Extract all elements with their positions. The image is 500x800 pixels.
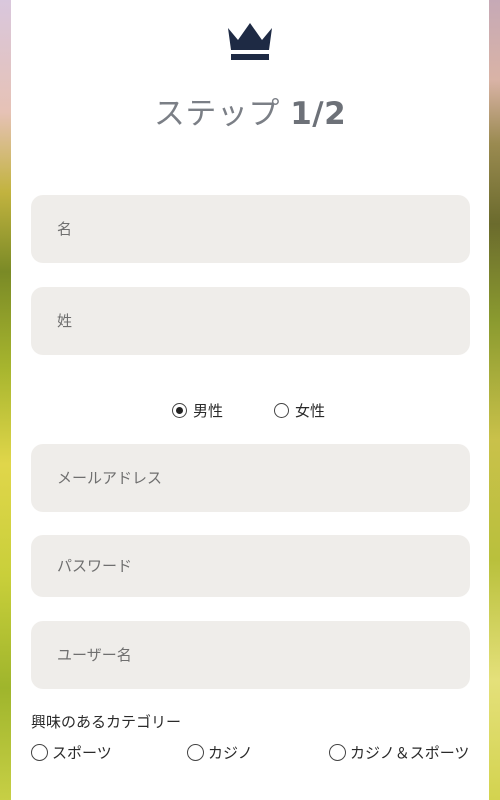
first-name-field[interactable] — [31, 195, 470, 263]
interest-category-label: 興味のあるカテゴリー — [31, 713, 182, 731]
gender-label-male: 男性 — [193, 402, 224, 420]
crown-icon — [228, 23, 272, 60]
radio-unchecked-icon[interactable] — [274, 403, 289, 418]
last-name-input[interactable] — [55, 311, 470, 331]
username-input[interactable] — [55, 645, 470, 665]
page-title: ステップ 1/2 — [11, 88, 489, 133]
registration-card: ステップ 1/2 男性 女性 興味のあるカテゴリー スポーツ カ — [11, 0, 489, 800]
interest-option-sports[interactable]: スポーツ — [31, 742, 112, 763]
radio-unchecked-icon[interactable] — [329, 744, 346, 761]
step-counter: 1/2 — [290, 96, 347, 132]
gender-radio-group: 男性 女性 — [11, 400, 489, 422]
interest-option-casino[interactable]: カジノ — [187, 742, 253, 763]
email-field[interactable] — [31, 444, 470, 512]
gender-option-female[interactable]: 女性 — [274, 400, 325, 421]
username-field[interactable] — [31, 621, 470, 689]
interest-radio-group: スポーツ カジノ カジノ＆スポーツ — [11, 742, 489, 764]
radio-unchecked-icon[interactable] — [31, 744, 48, 761]
interest-label-casino: カジノ — [208, 744, 253, 762]
password-input[interactable] — [55, 556, 470, 576]
gender-option-male[interactable]: 男性 — [172, 400, 223, 421]
interest-option-casino-sports[interactable]: カジノ＆スポーツ — [329, 742, 469, 763]
background-right-edge — [489, 0, 500, 800]
first-name-input[interactable] — [55, 219, 470, 239]
background-left-edge — [0, 0, 11, 800]
password-field[interactable] — [31, 535, 470, 597]
interest-label-casino-sports: カジノ＆スポーツ — [350, 744, 470, 762]
last-name-field[interactable] — [31, 287, 470, 355]
gender-label-female: 女性 — [295, 402, 326, 420]
email-input[interactable] — [55, 468, 470, 488]
step-title-prefix: ステップ — [153, 96, 280, 132]
interest-label-sports: スポーツ — [52, 744, 112, 762]
radio-checked-icon[interactable] — [172, 403, 187, 418]
radio-unchecked-icon[interactable] — [187, 744, 204, 761]
